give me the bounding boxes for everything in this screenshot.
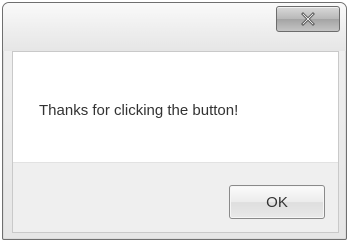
message-text: Thanks for clicking the button! [39,102,239,119]
message-area: Thanks for clicking the button! [13,52,338,162]
button-area: OK [13,162,338,232]
close-button[interactable] [276,6,340,32]
close-icon [301,12,315,26]
message-dialog: Thanks for clicking the button! OK [2,2,347,240]
ok-button[interactable]: OK [229,185,325,219]
title-bar [3,3,346,51]
dialog-content: Thanks for clicking the button! OK [12,51,339,233]
